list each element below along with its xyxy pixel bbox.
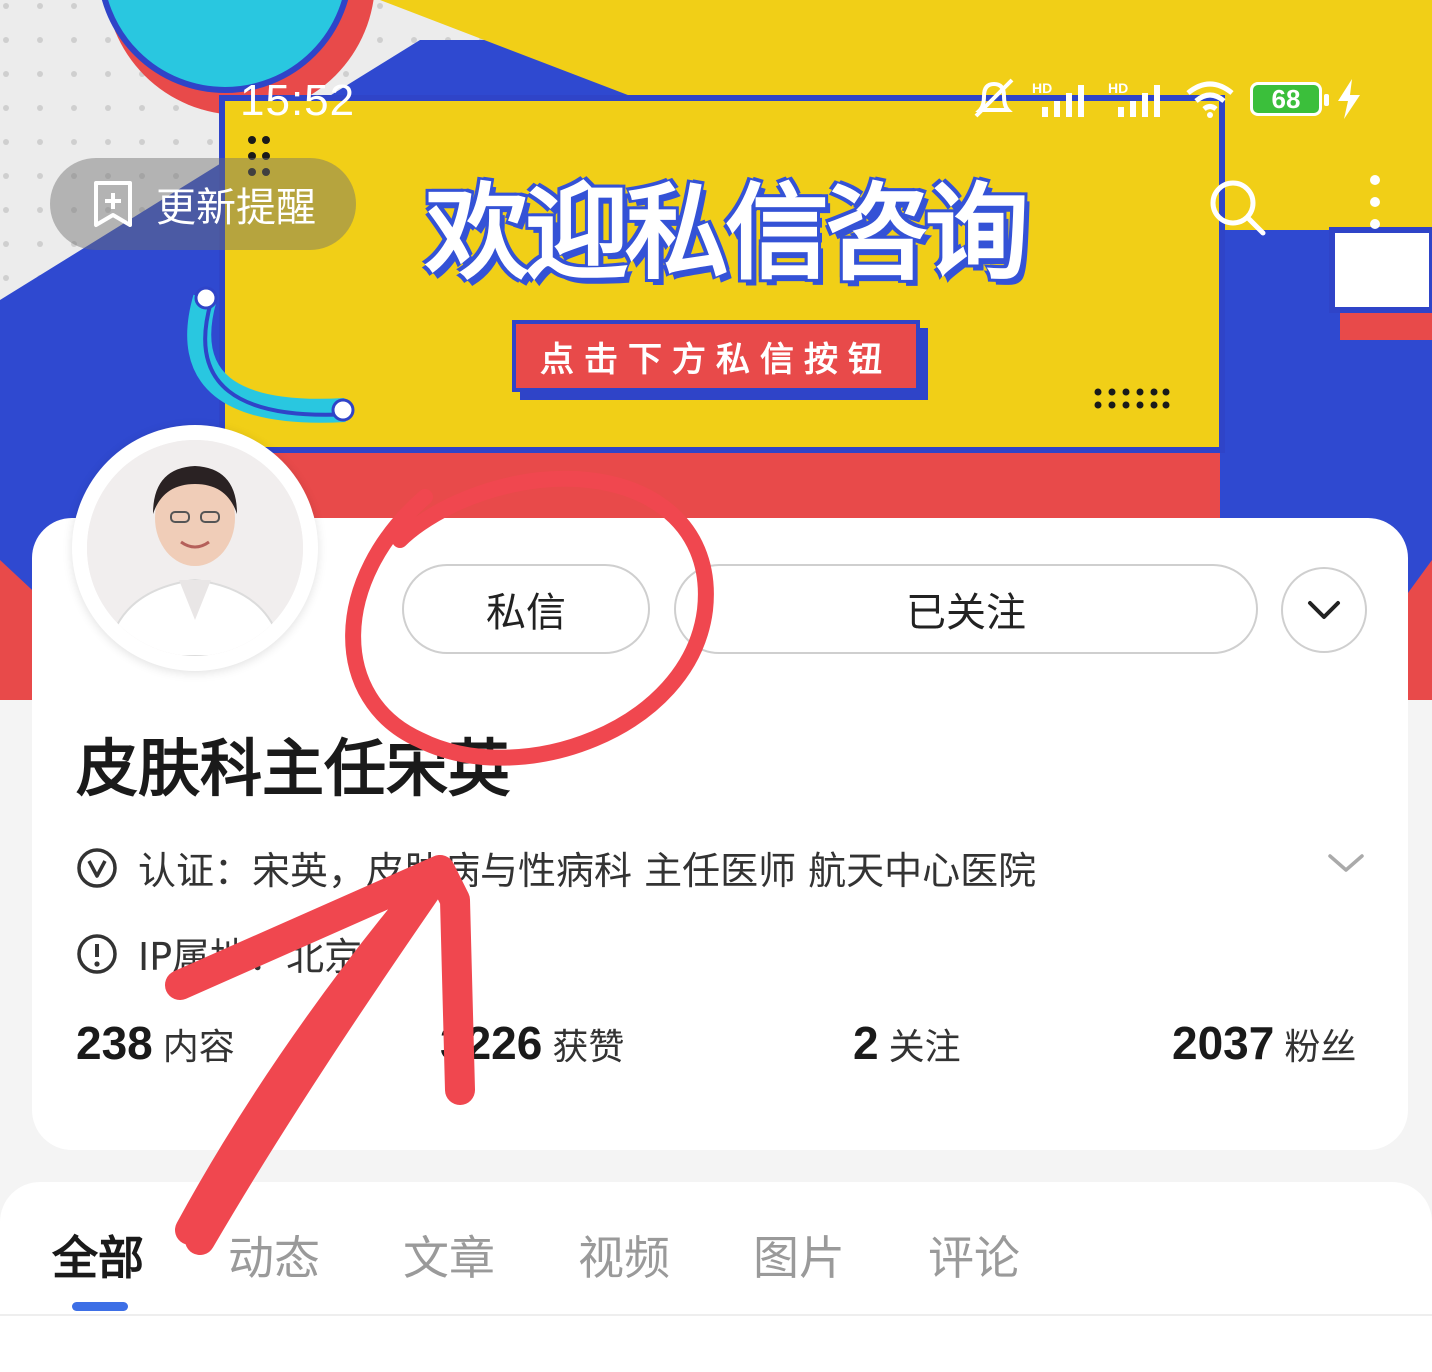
stat-label: 关注 [888,1027,961,1068]
chevron-down-icon [1308,601,1340,619]
profile-name: 皮肤科主任宋英 [76,732,511,805]
ip-location-text: IP属地：北京 [138,935,363,979]
tab-divider [0,1314,1432,1316]
tab-articles[interactable]: 文章 [403,1222,495,1288]
stat-value: 3226 [440,1017,543,1069]
info-icon [77,933,117,974]
tab-posts[interactable]: 动态 [228,1222,320,1288]
stat-label: 内容 [162,1027,235,1068]
tab-images[interactable]: 图片 [753,1222,845,1288]
stat-label: 获赞 [552,1027,625,1068]
update-reminder-label: 更新提醒 [156,185,316,231]
stat-value: 238 [76,1017,153,1069]
stat-content[interactable]: 238 内容 [76,1016,235,1070]
add-bookmark-icon [94,181,132,227]
status-icons: HD HD 68 [970,76,1362,122]
more-options-icon[interactable] [1360,170,1390,240]
hd-signal-icon: HD [1032,80,1084,117]
avatar-photo [87,440,303,656]
battery-icon: 68 [1250,82,1329,116]
banner-title: 欢迎私信咨询 [424,172,1029,294]
hd-signal-icon: HD [1108,80,1160,117]
following-button[interactable]: 已关注 [674,564,1258,654]
stat-value: 2 [853,1017,879,1069]
stat-value: 2037 [1172,1017,1275,1069]
banner-subtitle: 点击下方私信按钮 [512,320,920,392]
wifi-icon [1186,81,1234,118]
stat-followers[interactable]: 2037 粉丝 [1172,1016,1356,1070]
tab-videos[interactable]: 视频 [578,1222,670,1288]
charging-icon [1338,79,1360,119]
tab-comments[interactable]: 评论 [928,1222,1020,1288]
avatar[interactable] [72,425,318,671]
mute-bell-icon [974,78,1014,118]
stat-label: 粉丝 [1284,1027,1357,1068]
expand-info-icon[interactable] [1326,850,1366,876]
search-icon[interactable] [1205,175,1269,239]
recommend-toggle-button[interactable] [1281,567,1367,653]
svg-text:HD: HD [1032,80,1052,96]
stat-likes[interactable]: 3226 获赞 [440,1016,624,1070]
content-tabs [0,1182,1432,1372]
certification-text: 认证：宋英，皮肤病与性病科 主任医师 航天中心医院 [138,849,1037,893]
svg-text:HD: HD [1108,80,1128,96]
stat-following[interactable]: 2 关注 [853,1016,961,1070]
certification-row: 认证：宋英，皮肤病与性病科 主任医师 航天中心医院 [76,840,1036,895]
ip-location-row: IP属地：北京 [76,926,362,981]
status-time: 15:52 [240,76,356,125]
tab-all[interactable]: 全部 [52,1222,144,1288]
message-button[interactable]: 私信 [402,564,650,654]
verified-icon [77,847,117,888]
active-tab-indicator [72,1302,128,1311]
update-reminder-button[interactable]: 更新提醒 [50,158,356,250]
